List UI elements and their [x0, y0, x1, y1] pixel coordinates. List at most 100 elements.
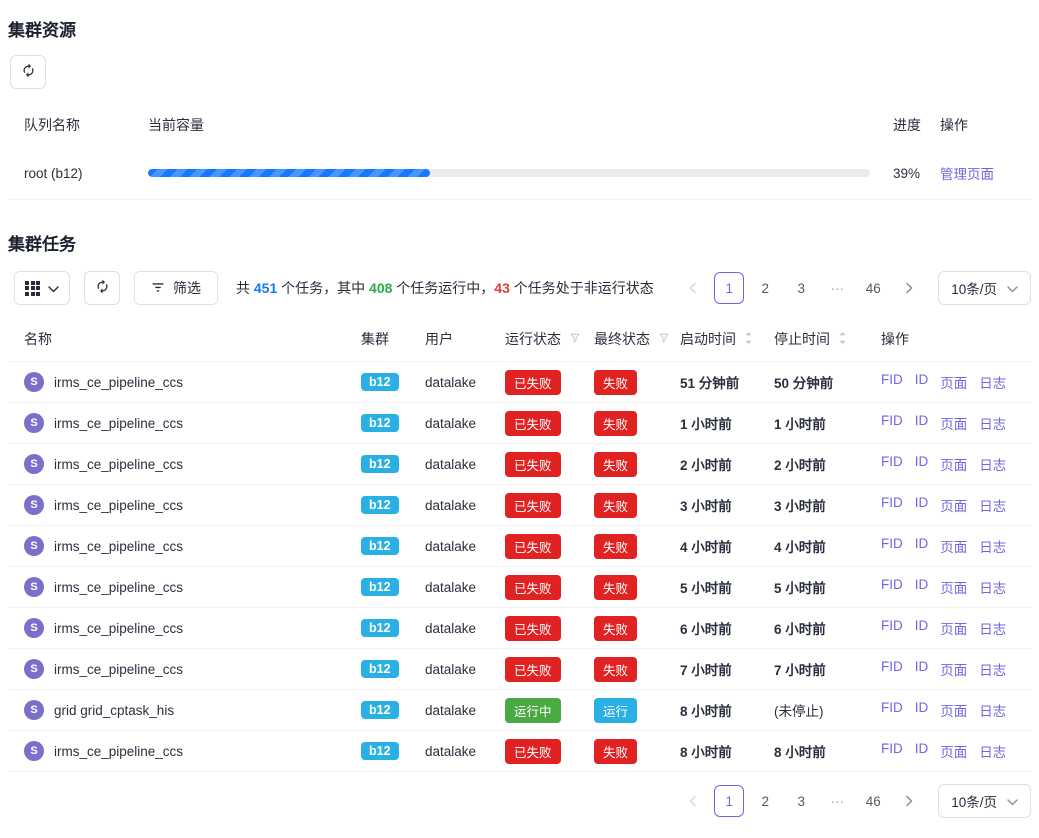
pagination-page-46-button[interactable]: 46 — [858, 272, 888, 304]
manage-page-link[interactable]: 管理页面 — [940, 167, 994, 182]
cluster-tag: b12 — [361, 660, 399, 678]
table-row: Sirms_ce_pipeline_ccs b12 datalake 已失败 失… — [8, 649, 1031, 690]
row-action-id-link[interactable]: ID — [915, 413, 929, 433]
row-action-id-link[interactable]: ID — [915, 372, 929, 392]
row-action-fid-link[interactable]: FID — [881, 700, 903, 720]
final-status-badge: 失败 — [594, 534, 637, 559]
row-action-id-link[interactable]: ID — [915, 536, 929, 556]
row-action-log-link[interactable]: 日志 — [979, 618, 1006, 638]
row-action-id-link[interactable]: ID — [915, 495, 929, 515]
stop-time: 50 分钟前 — [774, 376, 833, 391]
row-action-log-link[interactable]: 日志 — [979, 495, 1006, 515]
summary-text: 个任务运行中， — [392, 280, 494, 296]
row-action-page-link[interactable]: 页面 — [940, 413, 967, 433]
sort-icon[interactable] — [838, 331, 847, 348]
pagination-page-3-button[interactable]: 3 — [786, 272, 816, 304]
resource-row: root (b12) 39% 管理页面 — [8, 149, 1031, 200]
filter-button[interactable]: 筛选 — [134, 271, 218, 305]
row-action-fid-link[interactable]: FID — [881, 741, 903, 761]
row-action-page-link[interactable]: 页面 — [940, 618, 967, 638]
filter-button-label: 筛选 — [173, 278, 201, 298]
chevron-down-icon — [48, 280, 59, 296]
row-action-fid-link[interactable]: FID — [881, 413, 903, 433]
row-action-fid-link[interactable]: FID — [881, 454, 903, 474]
row-action-page-link[interactable]: 页面 — [940, 659, 967, 679]
row-action-fid-link[interactable]: FID — [881, 372, 903, 392]
row-action-log-link[interactable]: 日志 — [979, 454, 1006, 474]
final-status-badge: 失败 — [594, 616, 637, 641]
start-time: 8 小时前 — [680, 745, 732, 760]
row-action-log-link[interactable]: 日志 — [979, 659, 1006, 679]
row-action-page-link[interactable]: 页面 — [940, 454, 967, 474]
row-action-fid-link[interactable]: FID — [881, 577, 903, 597]
stop-time: 5 小时前 — [774, 581, 826, 596]
sort-icon[interactable] — [744, 331, 753, 348]
row-action-log-link[interactable]: 日志 — [979, 536, 1006, 556]
user-name: datalake — [425, 567, 505, 608]
avatar: S — [24, 577, 44, 597]
user-name: datalake — [425, 608, 505, 649]
avatar: S — [24, 618, 44, 638]
row-action-log-link[interactable]: 日志 — [979, 741, 1006, 761]
progress-percent: 39% — [893, 149, 940, 200]
row-actions: FID ID 页面日志 — [881, 741, 1031, 761]
row-action-fid-link[interactable]: FID — [881, 659, 903, 679]
task-name: irms_ce_pipeline_ccs — [54, 457, 183, 472]
row-action-page-link[interactable]: 页面 — [940, 700, 967, 720]
row-action-log-link[interactable]: 日志 — [979, 700, 1006, 720]
final-status-badge: 失败 — [594, 452, 637, 477]
tasks-summary: 共 451 个任务，其中 408 个任务运行中，43 个任务处于非运行状态 — [236, 278, 654, 298]
column-layout-dropdown-button[interactable] — [14, 271, 70, 305]
col-header-queue: 队列名称 — [8, 103, 148, 149]
cluster-tag: b12 — [361, 619, 399, 637]
col-header-cluster: 集群 — [361, 319, 425, 362]
row-action-page-link[interactable]: 页面 — [940, 536, 967, 556]
start-time: 2 小时前 — [680, 458, 732, 473]
row-action-fid-link[interactable]: FID — [881, 495, 903, 515]
page-size-select[interactable]: 10条/页 — [938, 784, 1031, 818]
table-row: Sgrid grid_cptask_his b12 datalake 运行中 运… — [8, 690, 1031, 731]
pagination-page-2-button[interactable]: 2 — [750, 272, 780, 304]
run-status-badge: 已失败 — [505, 493, 561, 518]
page-size-label: 10条/页 — [951, 278, 997, 298]
row-action-fid-link[interactable]: FID — [881, 536, 903, 556]
cluster-tag: b12 — [361, 537, 399, 555]
resources-refresh-button[interactable] — [10, 55, 46, 89]
col-header-start-time: 启动时间 — [680, 329, 736, 349]
cluster-tag: b12 — [361, 455, 399, 473]
cluster-resources-section: 集群资源 队列名称 当前容量 进度 操作 root (b12) — [8, 0, 1031, 200]
task-name: irms_ce_pipeline_ccs — [54, 744, 183, 759]
row-action-log-link[interactable]: 日志 — [979, 577, 1006, 597]
page-size-select[interactable]: 10条/页 — [938, 271, 1031, 305]
row-action-id-link[interactable]: ID — [915, 659, 929, 679]
pagination-next-button[interactable] — [894, 272, 924, 304]
col-header-capacity: 当前容量 — [148, 103, 893, 149]
row-action-id-link[interactable]: ID — [915, 741, 929, 761]
row-action-fid-link[interactable]: FID — [881, 618, 903, 638]
start-time: 51 分钟前 — [680, 376, 739, 391]
funnel-icon[interactable] — [658, 331, 670, 347]
stop-time: 7 小时前 — [774, 663, 826, 678]
pagination-page-1-button[interactable]: 1 — [714, 272, 744, 304]
tasks-refresh-button[interactable] — [84, 271, 120, 305]
refresh-icon — [21, 63, 36, 81]
row-action-page-link[interactable]: 页面 — [940, 372, 967, 392]
cluster-tag: b12 — [361, 373, 399, 391]
avatar: S — [24, 659, 44, 679]
user-name: datalake — [425, 362, 505, 403]
row-action-id-link[interactable]: ID — [915, 577, 929, 597]
row-action-page-link[interactable]: 页面 — [940, 577, 967, 597]
row-action-page-link[interactable]: 页面 — [940, 495, 967, 515]
pagination-prev-button[interactable] — [678, 272, 708, 304]
final-status-badge: 失败 — [594, 370, 637, 395]
row-action-id-link[interactable]: ID — [915, 618, 929, 638]
funnel-icon[interactable] — [569, 331, 581, 347]
row-action-id-link[interactable]: ID — [915, 700, 929, 720]
row-action-id-link[interactable]: ID — [915, 454, 929, 474]
row-action-log-link[interactable]: 日志 — [979, 413, 1006, 433]
stop-time: 3 小时前 — [774, 499, 826, 514]
row-action-page-link[interactable]: 页面 — [940, 741, 967, 761]
user-name: datalake — [425, 526, 505, 567]
cluster-tag: b12 — [361, 496, 399, 514]
row-action-log-link[interactable]: 日志 — [979, 372, 1006, 392]
